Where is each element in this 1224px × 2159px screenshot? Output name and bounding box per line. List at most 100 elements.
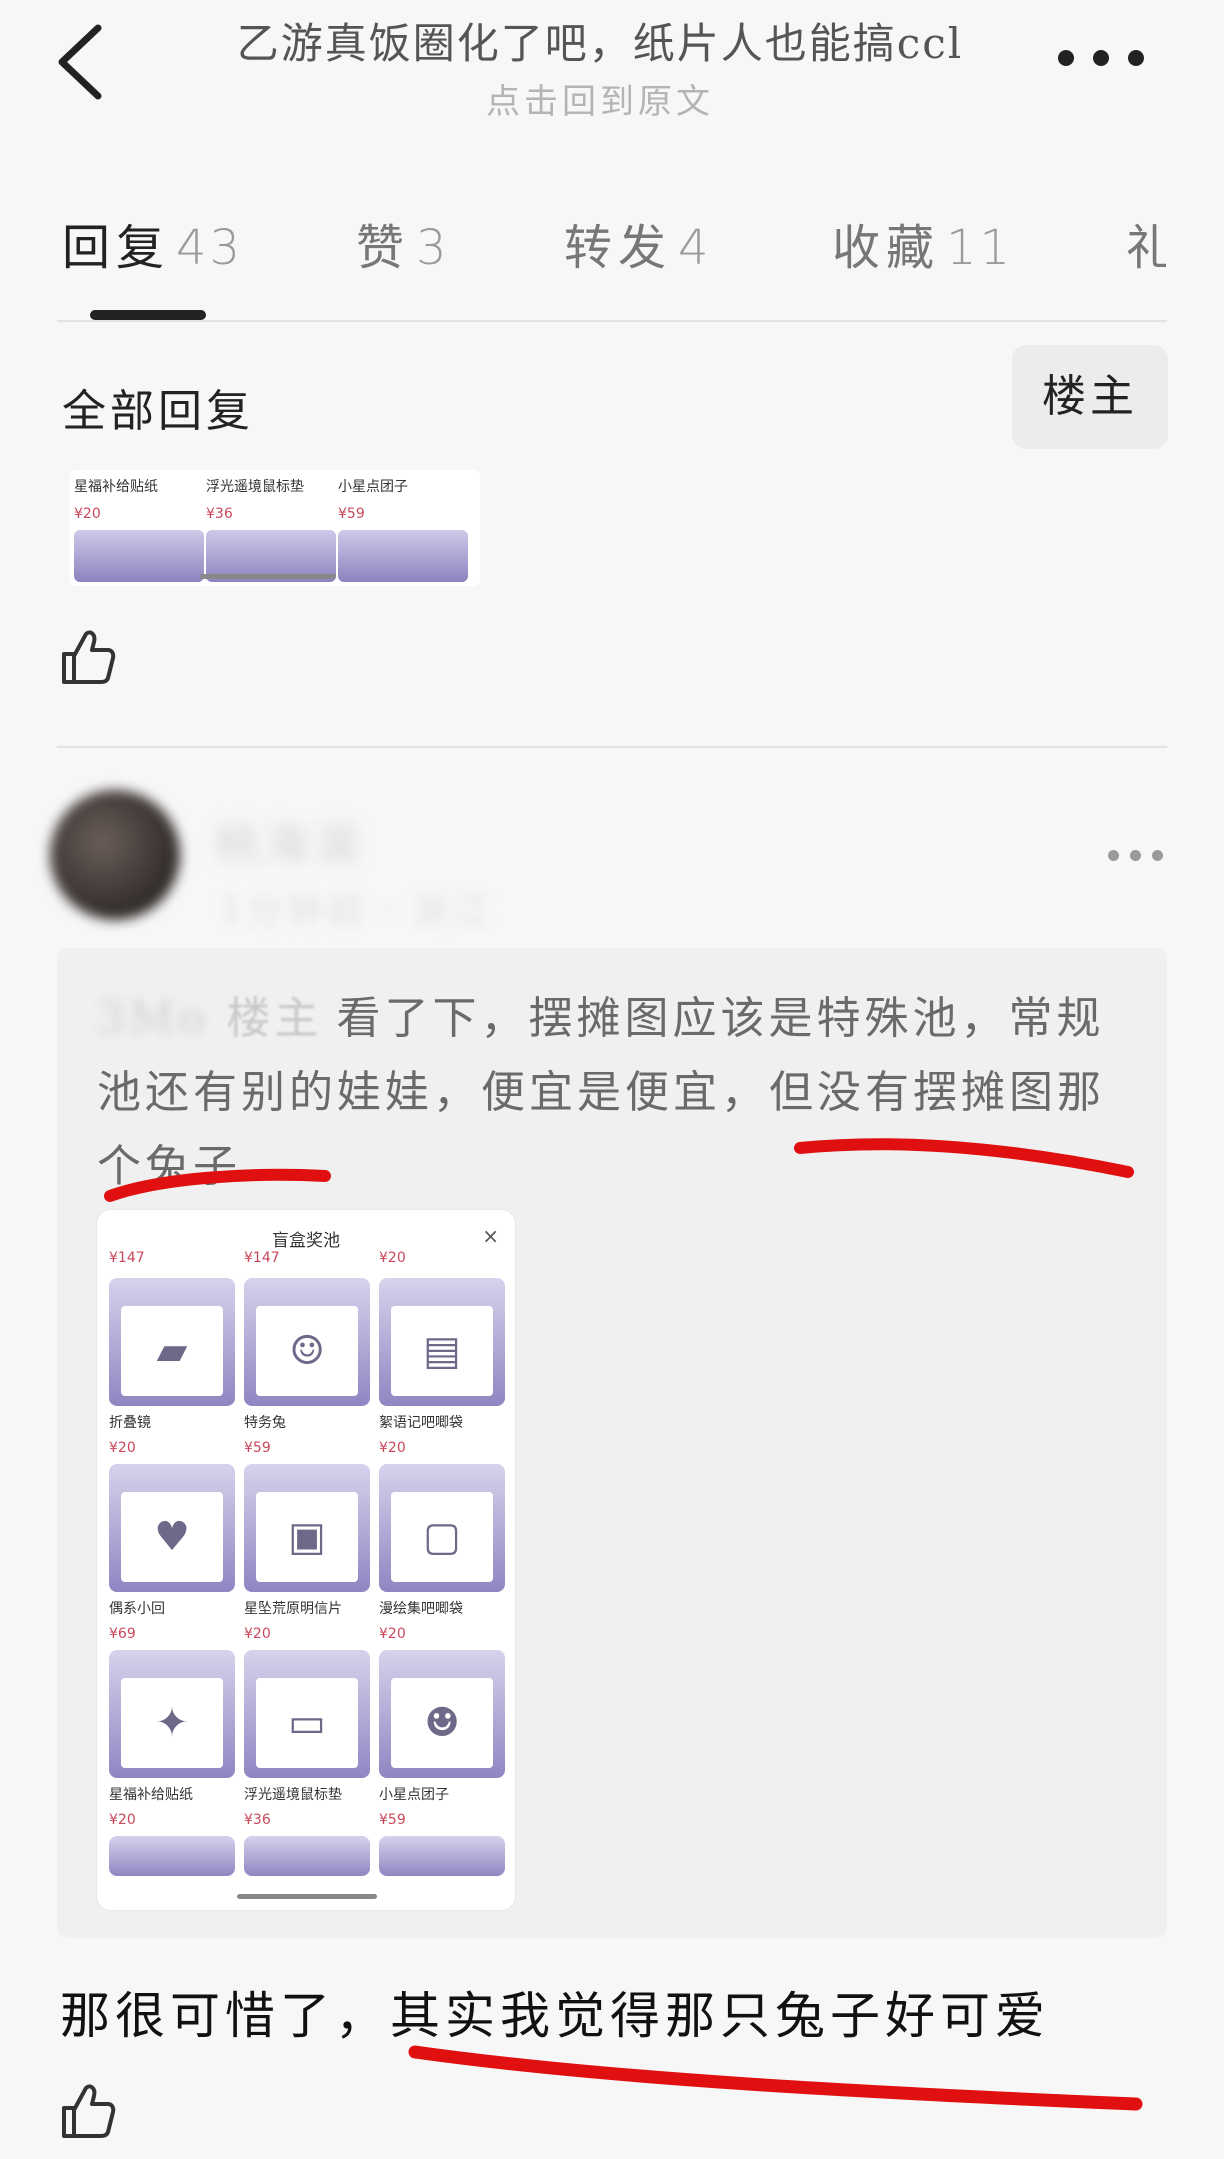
blind-box-pool-title: 盲盒奖池: [272, 1231, 340, 1251]
prize-price: ¥20: [109, 1440, 136, 1456]
prize-item[interactable]: ▤ 絮语记吧唧袋 ¥20: [379, 1278, 505, 1456]
tabs-divider: [57, 320, 1167, 322]
prize-name: 小星点团子: [379, 1787, 449, 1803]
prize-glyph: ▤: [423, 1328, 461, 1374]
tab-reposts[interactable]: 转发 4: [564, 208, 712, 278]
comment-meta: 1分钟前 · 浙江: [220, 891, 494, 932]
prize-glyph: ♥: [154, 1514, 190, 1560]
like-icon[interactable]: [60, 628, 116, 686]
back-arrow-icon[interactable]: [50, 22, 110, 102]
prize-image: ▭: [256, 1678, 358, 1768]
prize-glyph: ▣: [288, 1514, 326, 1560]
prize-name: 特务兔: [244, 1415, 286, 1431]
prize-glyph: ▢: [423, 1514, 461, 1560]
cut-off-prize-card: [109, 1836, 235, 1876]
back-to-original-link[interactable]: 点击回到原文: [160, 74, 1040, 123]
prize-image: ▤: [391, 1306, 493, 1396]
reply-text: 那很可惜了，其实我觉得那只兔子好可爱: [60, 1987, 1050, 2045]
strip-item-name: 小星点团子: [338, 479, 408, 495]
tab-count: 4: [678, 220, 712, 276]
prize-item[interactable]: ☻ 小星点团子 ¥59: [379, 1650, 505, 1828]
screenshot-scrollbar: [237, 1894, 377, 1899]
prize-item[interactable]: ☺ 特务兔 ¥59: [244, 1278, 370, 1456]
strip-item-price: ¥59: [338, 506, 365, 522]
username[interactable]: 桃海滋: [215, 808, 365, 872]
tab-label: 转发: [564, 220, 673, 276]
cut-off-prize-card: [244, 1836, 370, 1876]
prize-name: 漫绘集吧唧袋: [379, 1601, 463, 1617]
prize-item[interactable]: ✦ 星福补给贴纸 ¥20: [109, 1650, 235, 1828]
prize-card: ▣: [244, 1464, 370, 1592]
active-tab-indicator: [90, 310, 206, 320]
more-options-icon[interactable]: [1058, 50, 1144, 70]
prize-glyph: ☺: [289, 1328, 325, 1374]
strip-item-price: ¥36: [206, 506, 233, 522]
prize-name: 折叠镜: [109, 1415, 151, 1431]
prize-card: ✦: [109, 1650, 235, 1778]
prize-image: ✦: [121, 1678, 223, 1768]
prize-image: ▰: [121, 1306, 223, 1396]
strip-scrollbar: [200, 574, 336, 579]
tab-gifts[interactable]: 礼: [1126, 208, 1166, 278]
prize-name: 星福补给贴纸: [109, 1787, 193, 1803]
reply-divider: [57, 746, 1167, 748]
strip-item: 浮光遥境鼠标垫 ¥36: [206, 476, 336, 522]
prize-price: ¥20: [379, 1440, 406, 1456]
tab-likes[interactable]: 赞3: [356, 208, 450, 278]
prize-card: ▢: [379, 1464, 505, 1592]
prize-card: ▭: [244, 1650, 370, 1778]
prize-item[interactable]: ▭ 浮光遥境鼠标垫 ¥36: [244, 1650, 370, 1828]
tab-count: 43: [176, 220, 244, 276]
prize-price: ¥69: [109, 1626, 136, 1642]
prize-card: ☺: [244, 1278, 370, 1406]
tab-label: 收藏: [832, 220, 941, 276]
strip-item-price: ¥20: [74, 506, 101, 522]
prize-image: ▣: [256, 1492, 358, 1582]
avatar[interactable]: [50, 790, 180, 920]
comment-more-icon[interactable]: [1108, 850, 1164, 862]
page-title[interactable]: 乙游真饭圈化了吧，纸片人也能搞ccl: [160, 10, 1040, 71]
prize-price: ¥20: [109, 1812, 136, 1828]
cut-off-price: ¥20: [379, 1250, 406, 1266]
prize-image: ☻: [391, 1678, 493, 1768]
prize-item[interactable]: ♥ 偶系小回 ¥69: [109, 1464, 235, 1642]
tab-replies[interactable]: 回复 43: [62, 208, 243, 278]
prize-item[interactable]: ▣ 星坠荒原明信片 ¥20: [244, 1464, 370, 1642]
prize-glyph: ▰: [156, 1328, 188, 1374]
prize-name: 浮光遥境鼠标垫: [244, 1787, 342, 1803]
tab-favorites[interactable]: 收藏 11: [832, 208, 1013, 278]
prize-name: 偶系小回: [109, 1601, 165, 1617]
quoted-reply-text: 3Mo 楼主 看了下，摆摊图应该是特殊池，常规池还有别的娃娃，便宜是便宜，但没有摆…: [97, 982, 1137, 1204]
strip-item: 星福补给贴纸 ¥20: [74, 476, 204, 522]
prize-price: ¥59: [244, 1440, 271, 1456]
prize-image: ☺: [256, 1306, 358, 1396]
prize-image: ▢: [391, 1492, 493, 1582]
all-replies-label: 全部回复: [62, 386, 254, 437]
tab-label: 赞: [356, 220, 411, 276]
prize-price: ¥20: [379, 1626, 406, 1642]
strip-item-name: 浮光遥境鼠标垫: [206, 479, 304, 495]
cut-off-price: ¥147: [244, 1250, 280, 1266]
quote-author: 3Mo: [97, 993, 209, 1044]
like-icon[interactable]: [60, 2082, 116, 2140]
tab-label: 礼: [1126, 220, 1166, 276]
prize-image: ♥: [121, 1492, 223, 1582]
prize-glyph: ✦: [155, 1700, 189, 1746]
prize-glyph: ☻: [424, 1700, 460, 1746]
product-strip-image[interactable]: 星福补给贴纸 ¥20 浮光遥境鼠标垫 ¥36 小星点团子 ¥59: [70, 470, 480, 586]
strip-item-name: 星福补给贴纸: [74, 479, 158, 495]
prize-name: 絮语记吧唧袋: [379, 1415, 463, 1431]
tab-count: 3: [416, 220, 450, 276]
cut-off-prize-card: [379, 1836, 505, 1876]
prize-item[interactable]: ▰ 折叠镜 ¥20: [109, 1278, 235, 1456]
prize-card: ▤: [379, 1278, 505, 1406]
tab-label: 回复: [62, 220, 171, 276]
strip-item: 小星点团子 ¥59: [338, 476, 468, 522]
embedded-screenshot[interactable]: 盲盒奖池 × ¥147 ¥147 ¥20 ▰ 折叠镜 ¥20 ☺ 特务兔 ¥59 ▤ 絮语记吧唧袋 ¥…: [97, 1210, 515, 1910]
prize-glyph: ▭: [288, 1700, 326, 1746]
prize-price: ¥36: [244, 1812, 271, 1828]
prize-card: ♥: [109, 1464, 235, 1592]
prize-item[interactable]: ▢ 漫绘集吧唧袋 ¥20: [379, 1464, 505, 1642]
strip-item-card: [74, 530, 204, 582]
op-only-button[interactable]: 楼主: [1012, 345, 1168, 449]
